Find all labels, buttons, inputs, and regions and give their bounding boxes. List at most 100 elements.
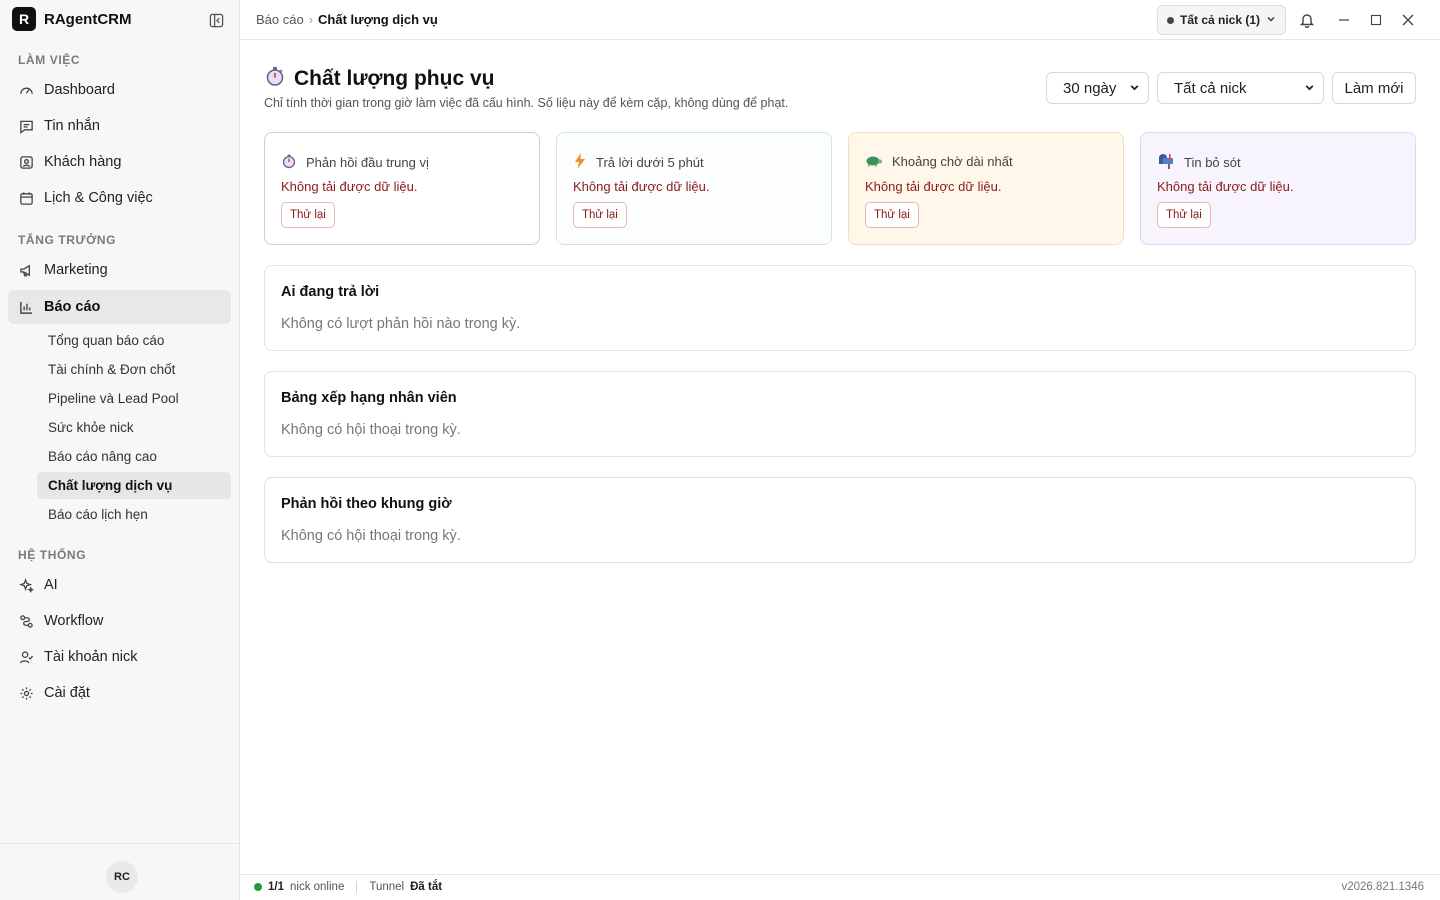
nick-selector-label: Tất cả nick (1) xyxy=(1180,13,1261,27)
kpi-title: Trả lời dưới 5 phút xyxy=(596,155,704,170)
panel-response-by-hour: Phản hồi theo khung giờ Không có hội tho… xyxy=(264,477,1416,563)
sidebar-item-label: Marketing xyxy=(44,262,108,278)
sidebar-item-label: Dashboard xyxy=(44,82,115,98)
main-content: Chất lượng phục vụ Chỉ tính thời gian tr… xyxy=(240,41,1440,874)
lightning-icon xyxy=(573,153,587,172)
sidebar-item-label: Báo cáo xyxy=(44,299,101,315)
sidebar-item-label: Cài đặt xyxy=(44,685,90,701)
sidebar-item-nick-accounts[interactable]: Tài khoản nick xyxy=(8,640,231,674)
app-version: v2026.821.1346 xyxy=(1341,881,1425,893)
panel-empty-state: Không có hội thoại trong kỳ. xyxy=(281,422,461,438)
page-title: Chất lượng phục vụ xyxy=(264,65,494,93)
bar-chart-icon xyxy=(18,299,34,315)
sidebar-item-dashboard[interactable]: Dashboard xyxy=(8,73,231,107)
chevron-down-icon xyxy=(1304,80,1315,97)
kpi-card-missed-messages: Tin bỏ sót Không tải được dữ liệu. Thử l… xyxy=(1140,132,1416,245)
sidebar-item-label: AI xyxy=(44,577,58,593)
kpi-card-median-first-response: Phản hồi đầu trung vị Không tải được dữ … xyxy=(264,132,540,245)
status-dot-icon xyxy=(1167,16,1174,24)
nick-filter-select[interactable]: Tất cả nick xyxy=(1157,72,1324,104)
kpi-error: Không tải được dữ liệu. xyxy=(1157,179,1294,194)
topbar: Báo cáo › Chất lượng dịch vụ Tất cả nick… xyxy=(240,0,1440,40)
kpi-title: Phản hồi đầu trung vị xyxy=(306,155,429,170)
retry-button[interactable]: Thử lại xyxy=(1157,202,1211,228)
sidebar-subitem-nick-health[interactable]: Sức khỏe nick xyxy=(37,414,231,441)
sidebar-item-reports[interactable]: Báo cáo xyxy=(8,290,231,324)
tunnel-label: Tunnel xyxy=(369,881,405,893)
sidebar-footer: RC xyxy=(0,843,239,900)
period-select-value: 30 ngày xyxy=(1063,79,1117,97)
sidebar-subitem-finance[interactable]: Tài chính & Đơn chốt xyxy=(37,356,231,383)
avatar[interactable]: RC xyxy=(106,861,138,893)
panel-staff-leaderboard: Bảng xếp hạng nhân viên Không có hội tho… xyxy=(264,371,1416,457)
sidebar-item-label: Tài khoản nick xyxy=(44,649,138,665)
app-logo: R xyxy=(12,7,36,31)
brand[interactable]: R RAgentCRM xyxy=(12,7,132,31)
chevron-down-icon xyxy=(1266,13,1276,27)
nick-selector[interactable]: Tất cả nick (1) xyxy=(1157,5,1286,35)
sidebar-subitem-appointments[interactable]: Báo cáo lịch hẹn xyxy=(37,501,231,528)
minimize-icon[interactable] xyxy=(1334,10,1354,30)
sidebar-item-marketing[interactable]: Marketing xyxy=(8,253,231,287)
stopwatch-icon xyxy=(264,65,286,93)
kpi-title: Tin bỏ sót xyxy=(1184,155,1241,170)
app-name: RAgentCRM xyxy=(44,10,132,28)
period-select[interactable]: 30 ngày xyxy=(1046,72,1149,104)
sidebar-subitem-advanced[interactable]: Báo cáo nâng cao xyxy=(37,443,231,470)
turtle-icon xyxy=(865,153,883,170)
retry-button[interactable]: Thử lại xyxy=(573,202,627,228)
calendar-icon xyxy=(18,190,34,206)
kpi-error: Không tải được dữ liệu. xyxy=(573,179,710,194)
panel-title: Phản hồi theo khung giờ xyxy=(281,496,452,512)
status-bar: 1/1 nick online Tunnel Đã tắt v2026.821.… xyxy=(240,874,1440,900)
workflow-icon xyxy=(18,613,34,629)
megaphone-icon xyxy=(18,262,34,278)
panel-empty-state: Không có lượt phản hồi nào trong kỳ. xyxy=(281,316,521,332)
sidebar-collapse-icon[interactable] xyxy=(207,11,225,29)
kpi-error: Không tải được dữ liệu. xyxy=(281,179,418,194)
nick-filter-value: Tất cả nick xyxy=(1174,79,1247,97)
retry-button[interactable]: Thử lại xyxy=(865,202,919,228)
kpi-card-reply-under-5min: Trả lời dưới 5 phút Không tải được dữ li… xyxy=(556,132,832,245)
retry-button[interactable]: Thử lại xyxy=(281,202,335,228)
section-label-system: HỆ THỐNG xyxy=(18,548,87,562)
sidebar-item-workflow[interactable]: Workflow xyxy=(8,604,231,638)
sidebar-subitem-service-quality[interactable]: Chất lượng dịch vụ xyxy=(37,472,231,499)
panel-title: Ai đang trả lời xyxy=(281,284,380,300)
maximize-icon[interactable] xyxy=(1366,10,1386,30)
refresh-button[interactable]: Làm mới xyxy=(1332,72,1416,104)
sparkles-icon xyxy=(18,577,34,593)
online-count: 1/1 xyxy=(268,881,284,893)
panel-title: Bảng xếp hạng nhân viên xyxy=(281,390,457,406)
panel-empty-state: Không có hội thoại trong kỳ. xyxy=(281,528,461,544)
breadcrumb-reports[interactable]: Báo cáo xyxy=(256,12,304,27)
page-subtitle: Chỉ tính thời gian trong giờ làm việc đã… xyxy=(264,96,789,110)
chevron-right-icon: › xyxy=(308,12,314,27)
section-label-growth: TĂNG TRƯỞNG xyxy=(18,233,117,247)
sidebar-item-label: Lịch & Công việc xyxy=(44,190,153,206)
sidebar-item-customers[interactable]: Khách hàng xyxy=(8,145,231,179)
sidebar-item-messages[interactable]: Tin nhắn xyxy=(8,109,231,143)
breadcrumb-current: Chất lượng dịch vụ xyxy=(318,12,438,27)
sidebar-subitem-overview[interactable]: Tổng quan báo cáo xyxy=(37,327,231,354)
kpi-title: Khoảng chờ dài nhất xyxy=(892,154,1013,169)
breadcrumb: Báo cáo › Chất lượng dịch vụ xyxy=(256,12,438,27)
close-icon[interactable] xyxy=(1398,10,1418,30)
sidebar-item-label: Khách hàng xyxy=(44,154,122,170)
online-dot-icon xyxy=(254,883,262,891)
gauge-icon xyxy=(18,82,34,98)
sidebar-item-calendar[interactable]: Lịch & Công việc xyxy=(8,181,231,215)
sidebar-item-label: Workflow xyxy=(44,613,104,629)
user-check-icon xyxy=(18,649,34,665)
page-title-text: Chất lượng phục vụ xyxy=(294,67,495,90)
sidebar-item-ai[interactable]: AI xyxy=(8,568,231,602)
bell-icon[interactable] xyxy=(1297,10,1317,30)
sidebar-subitem-pipeline[interactable]: Pipeline và Lead Pool xyxy=(37,385,231,412)
tunnel-state: Đã tắt xyxy=(410,881,443,893)
chevron-down-icon xyxy=(1129,80,1140,97)
kpi-card-longest-wait: Khoảng chờ dài nhất Không tải được dữ li… xyxy=(848,132,1124,245)
gear-icon xyxy=(18,685,34,701)
divider xyxy=(356,881,358,893)
sidebar-item-settings[interactable]: Cài đặt xyxy=(8,676,231,710)
section-label-work: LÀM VIỆC xyxy=(18,53,81,67)
